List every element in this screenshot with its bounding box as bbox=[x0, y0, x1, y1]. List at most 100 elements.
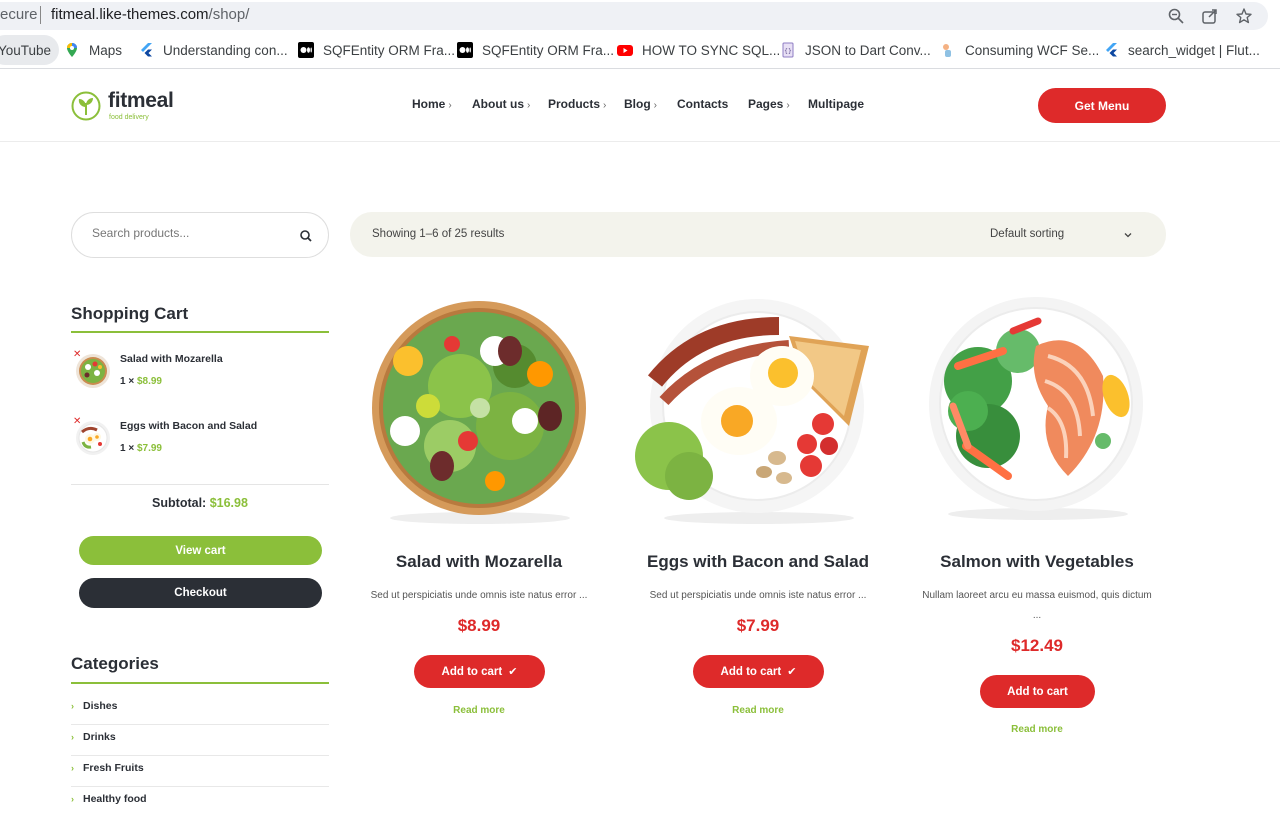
address-separator bbox=[40, 6, 41, 24]
category-label: Healthy food bbox=[83, 793, 147, 805]
site-header: fitmeal food delivery Home › About us › Pr… bbox=[0, 70, 1280, 142]
bookmark-youtube[interactable]: YouTube bbox=[0, 35, 60, 65]
chevron-right-icon: › bbox=[786, 100, 790, 111]
chevron-right-icon: › bbox=[71, 763, 74, 773]
flutter-icon bbox=[1106, 43, 1117, 57]
leaf-logo-icon bbox=[71, 91, 101, 121]
bookmark-label: SQFEntity ORM Fra... bbox=[482, 42, 615, 58]
salmon-image[interactable] bbox=[908, 296, 1166, 528]
logo-name: fitmeal bbox=[108, 89, 174, 112]
url-text[interactable]: fitmeal.like-themes.com/shop/ bbox=[51, 6, 249, 23]
svg-text:{}: {} bbox=[784, 48, 792, 55]
checkout-button[interactable]: Checkout bbox=[79, 578, 322, 608]
star-icon[interactable] bbox=[1235, 7, 1253, 25]
chevron-right-icon: › bbox=[527, 100, 531, 111]
add-to-cart-button[interactable]: Add to cart bbox=[980, 675, 1095, 708]
share-icon[interactable] bbox=[1201, 7, 1219, 25]
category-healthy-food[interactable]: › Healthy food bbox=[71, 787, 329, 815]
add-to-cart-button[interactable]: Add to cart ✔ bbox=[693, 655, 824, 688]
bookmark-search-widget[interactable]: search_widget | Flut... bbox=[1103, 35, 1260, 65]
view-cart-button[interactable]: View cart bbox=[79, 536, 322, 565]
get-menu-button[interactable]: Get Menu bbox=[1038, 88, 1166, 123]
category-label: Fresh Fruits bbox=[83, 762, 144, 774]
bookmark-label: HOW TO SYNC SQL... bbox=[642, 42, 781, 58]
bookmark-label: Understanding con... bbox=[163, 42, 288, 58]
button-label: Add to cart bbox=[720, 665, 782, 678]
nav-label: Contacts bbox=[677, 97, 729, 111]
remove-item-icon[interactable]: ✕ bbox=[73, 349, 81, 360]
browser-address-bar: ecure fitmeal.like-themes.com/shop/ bbox=[0, 0, 1280, 32]
salad-image[interactable] bbox=[350, 296, 608, 528]
category-dishes[interactable]: › Dishes bbox=[71, 694, 329, 725]
product-price: $12.49 bbox=[1011, 636, 1063, 655]
nav-blog[interactable]: Blog › bbox=[624, 97, 657, 111]
bookmark-json-dart[interactable]: {} JSON to Dart Conv... bbox=[780, 35, 931, 65]
add-to-cart-button[interactable]: Add to cart ✔ bbox=[414, 655, 545, 688]
nav-label: Multipage bbox=[808, 97, 864, 111]
medium-icon bbox=[457, 42, 473, 58]
remove-item-icon[interactable]: ✕ bbox=[73, 416, 81, 427]
item-price: $7.99 bbox=[136, 443, 162, 454]
product-price: $8.99 bbox=[457, 616, 501, 635]
nav-about-us[interactable]: About us › bbox=[472, 97, 530, 111]
bookmark-label: SQFEntity ORM Fra... bbox=[323, 42, 456, 58]
youtube-icon bbox=[617, 45, 633, 56]
bookmark-sqfentity-2[interactable]: SQFEntity ORM Fra... bbox=[457, 35, 614, 65]
nav-label: Pages bbox=[748, 97, 784, 111]
bookmark-understanding[interactable]: Understanding con... bbox=[138, 35, 288, 65]
cart-item-quantity: 1 × $8.99 bbox=[120, 376, 162, 387]
check-icon: ✔ bbox=[508, 666, 518, 678]
cart-item-name[interactable]: Salad with Mozarella bbox=[120, 353, 223, 365]
category-label: Drinks bbox=[83, 731, 116, 743]
site-logo[interactable]: fitmeal food delivery bbox=[71, 89, 191, 123]
cart-item-name[interactable]: Eggs with Bacon and Salad bbox=[120, 420, 257, 432]
chevron-right-icon: › bbox=[448, 100, 452, 111]
bookmarks-bar: YouTube Maps Understanding con... SQFEnt… bbox=[0, 32, 1280, 69]
shopping-cart-title: Shopping Cart bbox=[71, 304, 189, 323]
bookmark-maps[interactable]: Maps bbox=[64, 35, 122, 65]
read-more-link[interactable]: Read more bbox=[629, 705, 887, 716]
chevron-right-icon: › bbox=[603, 100, 607, 111]
nav-label: About us bbox=[472, 97, 524, 111]
cart-item: ✕ Salad with Mozarella 1 × $8.99 bbox=[71, 349, 329, 397]
chevron-right-icon: › bbox=[71, 732, 74, 742]
chevron-down-icon[interactable] bbox=[1123, 230, 1133, 240]
product-description: Nullam laoreet arcu eu massa euismod, qu… bbox=[922, 590, 1152, 621]
bookmark-wcf[interactable]: Consuming WCF Se... bbox=[940, 35, 1099, 65]
cart-subtotal: Subtotal: $16.98 bbox=[71, 496, 329, 510]
maps-icon bbox=[67, 43, 77, 57]
product-title[interactable]: Eggs with Bacon and Salad bbox=[629, 552, 887, 572]
nav-pages[interactable]: Pages › bbox=[748, 97, 790, 111]
nav-products[interactable]: Products › bbox=[548, 97, 606, 111]
search-input[interactable] bbox=[92, 226, 292, 240]
nav-label: Home bbox=[412, 97, 446, 111]
item-price: $8.99 bbox=[136, 376, 162, 387]
nav-label: Products bbox=[548, 97, 601, 111]
title-underline bbox=[71, 682, 329, 684]
nav-contacts[interactable]: Contacts bbox=[677, 97, 728, 111]
logo-tagline: food delivery bbox=[109, 114, 149, 121]
medium-icon bbox=[298, 42, 314, 58]
eggs-bacon-image[interactable] bbox=[629, 296, 887, 528]
chevron-right-icon: › bbox=[653, 100, 658, 111]
read-more-link[interactable]: Read more bbox=[350, 705, 608, 716]
read-more-link[interactable]: Read more bbox=[908, 724, 1166, 735]
nav-multipage[interactable]: Multipage bbox=[808, 97, 864, 111]
search-icon[interactable] bbox=[298, 228, 314, 244]
cart-item: ✕ Eggs with Bacon and Salad 1 × $7.99 bbox=[71, 416, 329, 464]
bookmark-sync-sql[interactable]: HOW TO SYNC SQL... bbox=[617, 35, 780, 65]
url-path: /shop/ bbox=[208, 6, 250, 23]
wcf-icon bbox=[943, 44, 951, 57]
cart-item-quantity: 1 × $7.99 bbox=[120, 443, 162, 454]
category-fresh-fruits[interactable]: › Fresh Fruits bbox=[71, 756, 329, 787]
security-indicator[interactable]: ecure bbox=[0, 6, 38, 23]
sorting-select[interactable]: Default sorting bbox=[990, 228, 1130, 240]
product-title[interactable]: Salmon with Vegetables bbox=[908, 552, 1166, 572]
product-title[interactable]: Salad with Mozarella bbox=[350, 552, 608, 572]
bookmark-sqfentity-1[interactable]: SQFEntity ORM Fra... bbox=[298, 35, 455, 65]
json-icon: {} bbox=[782, 42, 794, 58]
category-drinks[interactable]: › Drinks bbox=[71, 725, 329, 756]
zoom-icon[interactable] bbox=[1167, 7, 1185, 25]
qty-label: 1 × bbox=[120, 376, 135, 387]
nav-home[interactable]: Home › bbox=[412, 97, 452, 111]
